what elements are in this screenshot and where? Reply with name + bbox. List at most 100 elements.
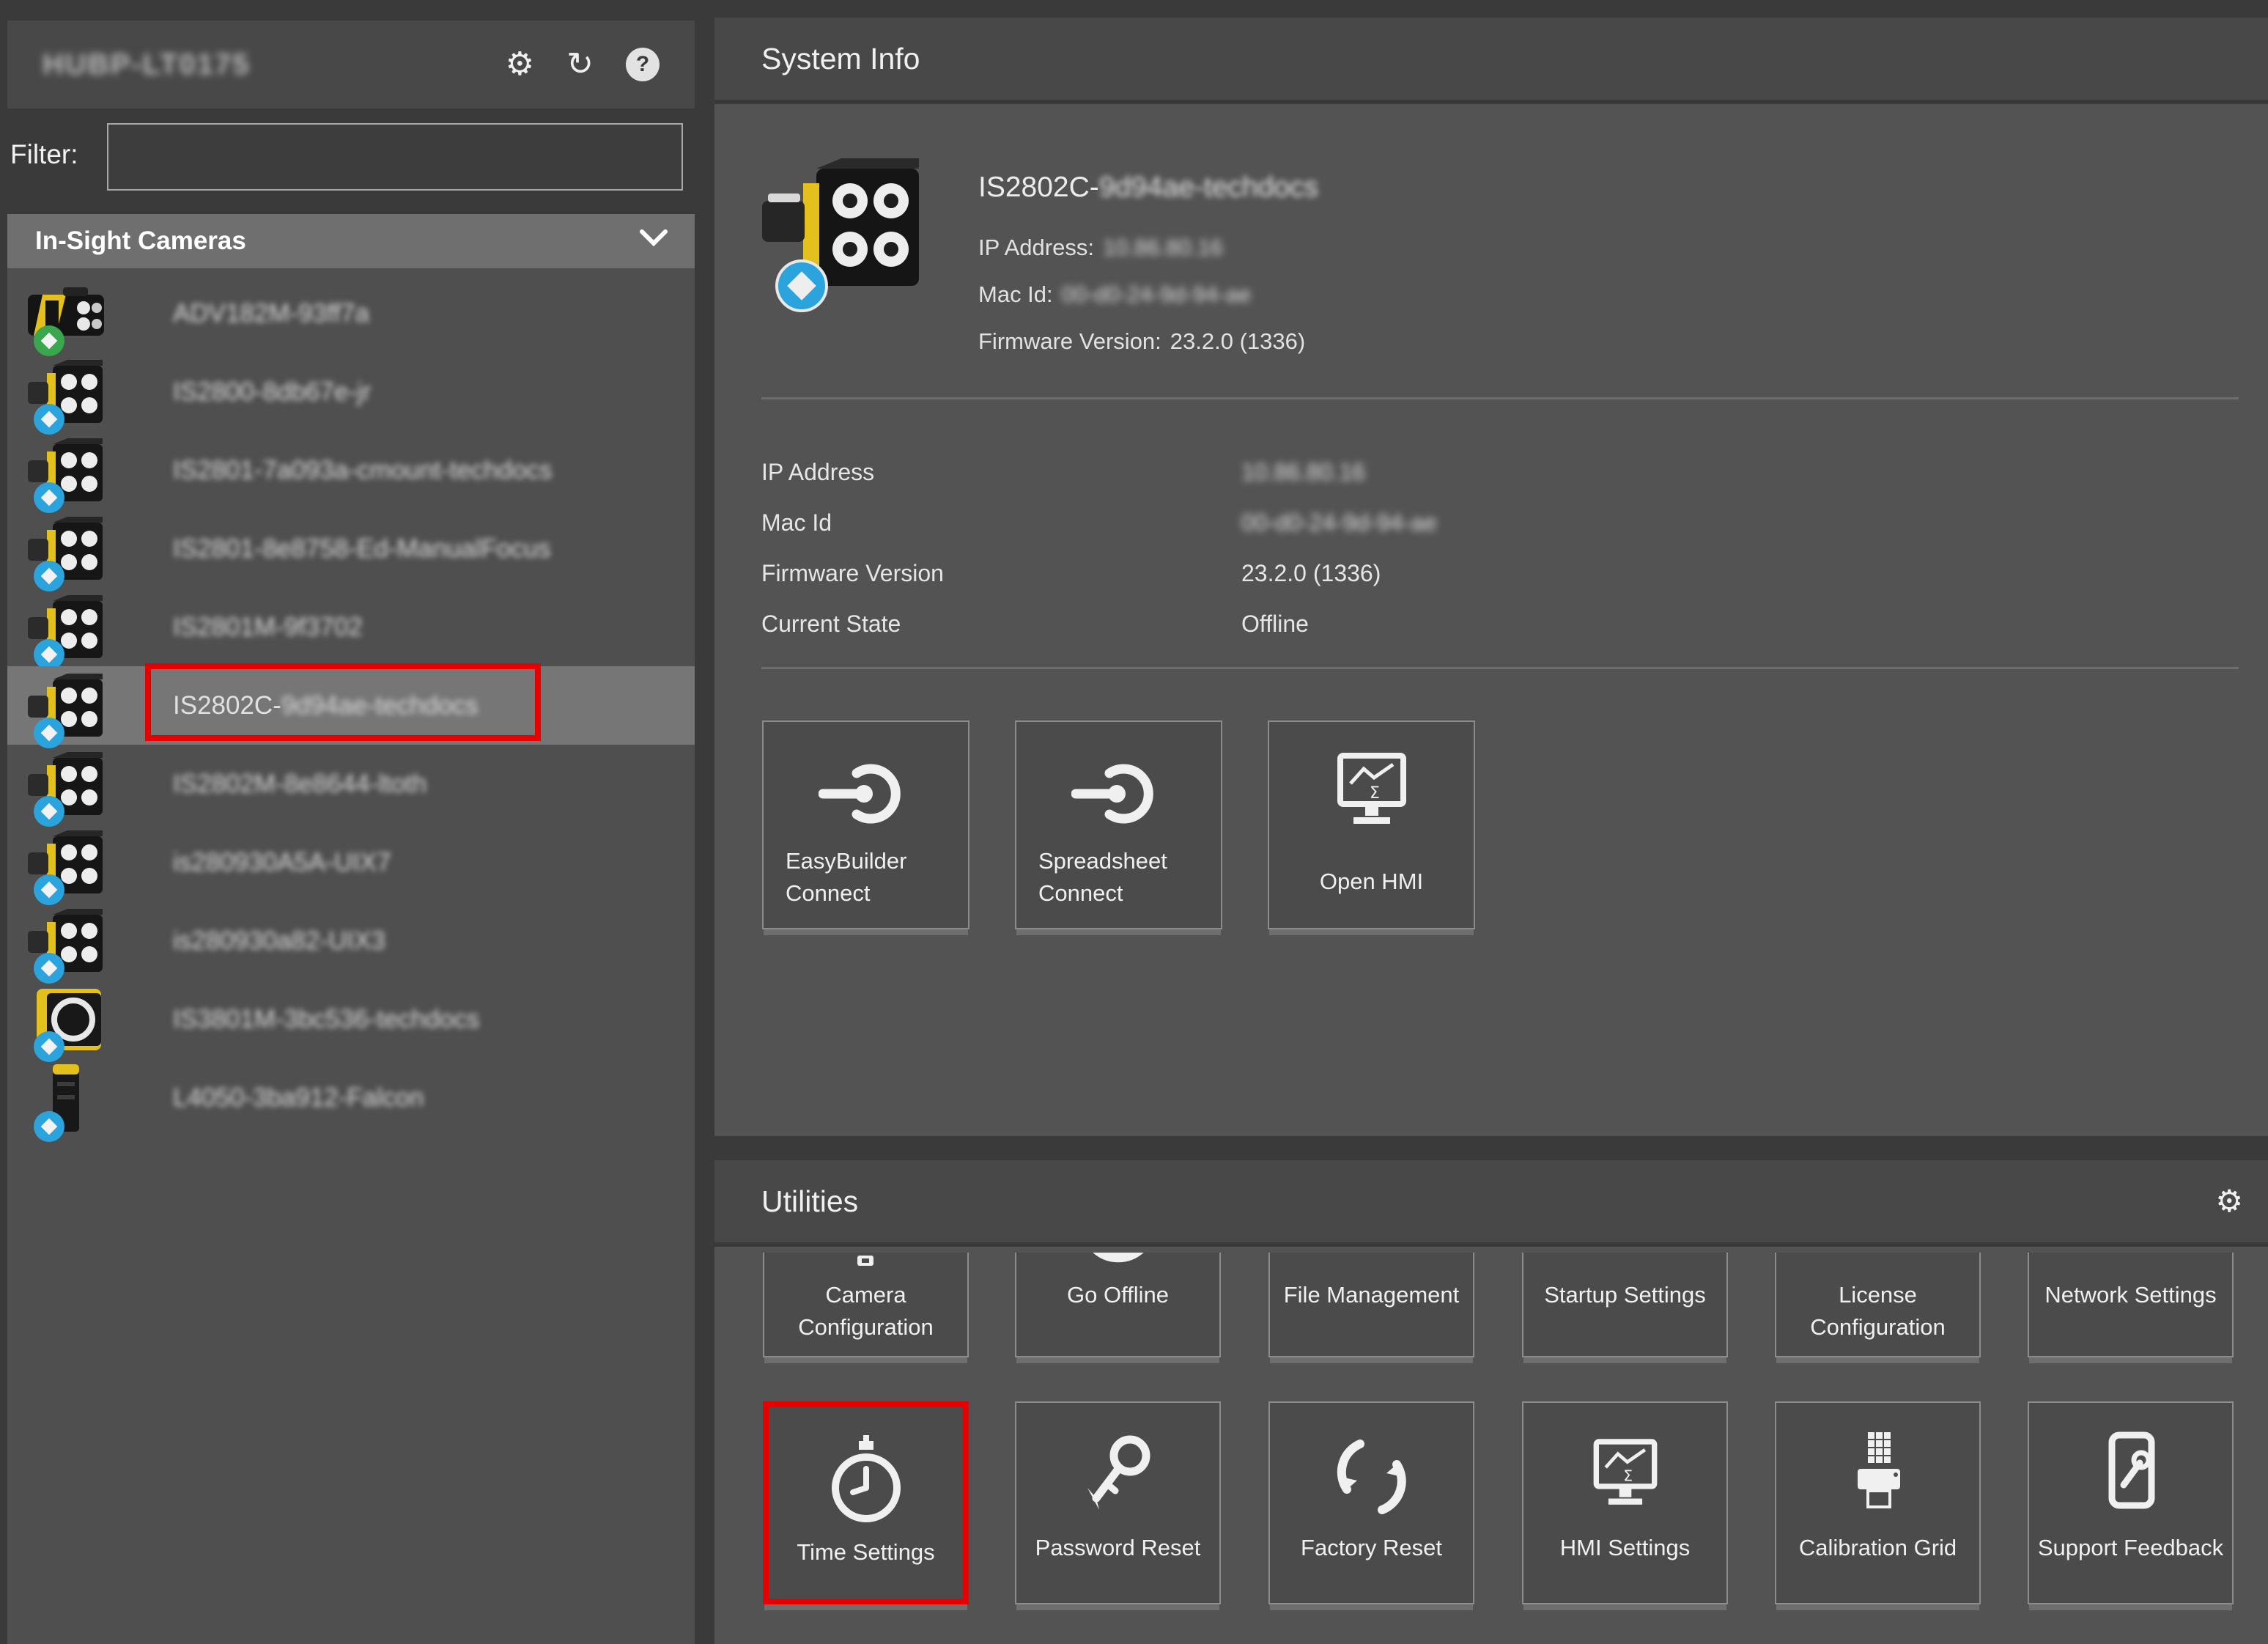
camera-configuration-button[interactable]: Camera Configuration bbox=[763, 1253, 969, 1357]
camera-name: L4050-3ba912-Falcon bbox=[173, 1083, 424, 1113]
camera-list-panel: In-Sight Cameras ADV182M-93ff7a bbox=[7, 214, 695, 1644]
camera-list-item-selected[interactable]: IS2802C-9d94ae-techdocs bbox=[7, 666, 695, 745]
network-settings-button[interactable]: Network Settings bbox=[2028, 1253, 2234, 1357]
camera-name: IS3801M-3bc536-techdocs bbox=[173, 1005, 479, 1034]
refresh-icon[interactable]: ↻ bbox=[566, 48, 594, 81]
svg-text:Σ: Σ bbox=[1623, 1467, 1633, 1485]
easybuilder-connect-button[interactable]: EasyBuilder Connect bbox=[762, 720, 969, 929]
adv-camera-icon bbox=[23, 280, 119, 347]
go-offline-label: Go Offline bbox=[1016, 1279, 1219, 1311]
hmi-settings-label: HMI Settings bbox=[1523, 1532, 1726, 1564]
camera-ip-line: IP Address:10.86.80.16 bbox=[978, 235, 1223, 261]
detail-value: 00-d0-24-9d-94-ae bbox=[1241, 509, 1437, 537]
file-management-label: File Management bbox=[1270, 1279, 1473, 1311]
detail-value: 10.86.80.16 bbox=[1241, 459, 1365, 486]
detail-label: Current State bbox=[761, 611, 1241, 638]
detail-value: 23.2.0 (1336) bbox=[1241, 560, 1381, 587]
detail-row: Current State Offline bbox=[761, 599, 2239, 649]
cube-camera-icon bbox=[23, 672, 119, 740]
camera-list-item[interactable]: IS3801M-3bc536-techdocs bbox=[7, 980, 695, 1058]
system-info-title: System Info bbox=[761, 42, 920, 76]
status-badge bbox=[34, 404, 64, 435]
camera-list-item[interactable]: IS2801-7a093a-cmount-techdocs bbox=[7, 431, 695, 509]
chevron-down-icon[interactable] bbox=[639, 229, 668, 248]
hmi-monitor-icon: Σ bbox=[1523, 1431, 1726, 1523]
support-feedback-icon bbox=[2029, 1431, 2232, 1526]
filter-input[interactable] bbox=[107, 123, 683, 191]
camera-list-item[interactable]: IS2800-8db67e-jr bbox=[7, 353, 695, 431]
status-badge bbox=[34, 718, 64, 748]
connect-icon bbox=[1016, 757, 1221, 830]
spreadsheet-connect-button[interactable]: Spreadsheet Connect bbox=[1015, 720, 1222, 929]
stopwatch-icon bbox=[769, 1435, 963, 1530]
hmi-monitor-icon: Σ bbox=[1269, 751, 1474, 836]
open-hmi-button[interactable]: Σ Open HMI bbox=[1268, 720, 1475, 929]
startup-settings-button[interactable]: Startup Settings bbox=[1522, 1253, 1728, 1357]
calibration-grid-label: Calibration Grid bbox=[1776, 1532, 1979, 1564]
host-name: HUBP-LT0175 bbox=[43, 48, 251, 81]
divider bbox=[761, 667, 2239, 669]
camera-firmware-line: Firmware Version:23.2.0 (1336) bbox=[978, 328, 1305, 355]
status-badge bbox=[34, 874, 64, 905]
camera-product-image bbox=[755, 155, 938, 299]
camera-configuration-icon bbox=[764, 1253, 967, 1267]
calibration-grid-printer-icon bbox=[1776, 1431, 1979, 1526]
camera-list-item[interactable]: ADV182M-93ff7a bbox=[7, 274, 695, 353]
hmi-settings-button[interactable]: Σ HMI Settings bbox=[1522, 1401, 1728, 1604]
network-settings-label: Network Settings bbox=[2029, 1279, 2232, 1311]
go-offline-button[interactable]: Go Offline bbox=[1015, 1253, 1221, 1357]
key-icon bbox=[1016, 1431, 1219, 1526]
factory-reset-button[interactable]: Factory Reset bbox=[1268, 1401, 1474, 1604]
camera-list-item[interactable]: IS2801M-9f3702 bbox=[7, 588, 695, 666]
time-settings-label: Time Settings bbox=[769, 1536, 963, 1569]
easybuilder-connect-label: EasyBuilder Connect bbox=[764, 845, 968, 910]
svg-text:Σ: Σ bbox=[1370, 784, 1380, 803]
cube-camera-icon bbox=[23, 515, 119, 583]
startup-settings-label: Startup Settings bbox=[1523, 1279, 1726, 1311]
camera-list-item[interactable]: is280930A5A-UIX7 bbox=[7, 823, 695, 902]
system-info-header: System Info bbox=[714, 18, 2268, 104]
file-management-button[interactable]: File Management bbox=[1268, 1253, 1474, 1357]
detail-row: IP Address 10.86.80.16 bbox=[761, 447, 2239, 498]
sidebar-header: HUBP-LT0175 ⚙ ↻ ? bbox=[7, 21, 695, 108]
camera-configuration-label: Camera Configuration bbox=[764, 1279, 967, 1343]
filter-label: Filter: bbox=[10, 139, 78, 170]
utilities-panel: Utilities ⚙ Camera Configuration Go Offl… bbox=[714, 1160, 2268, 1644]
utilities-header: Utilities ⚙ bbox=[714, 1160, 2268, 1247]
camera-name: is280930A5A-UIX7 bbox=[173, 848, 391, 877]
license-configuration-label: License Configuration bbox=[1776, 1279, 1979, 1343]
settings-gear-icon[interactable]: ⚙ bbox=[506, 48, 534, 81]
go-offline-icon bbox=[1016, 1253, 1219, 1273]
calibration-grid-button[interactable]: Calibration Grid bbox=[1775, 1401, 1981, 1604]
camera-group-header[interactable]: In-Sight Cameras bbox=[7, 214, 695, 268]
cube-camera-icon bbox=[23, 751, 119, 818]
selected-camera-name: IS2802C-9d94ae-techdocs bbox=[978, 172, 1318, 204]
camera-list-item[interactable]: is280930a82-UIX3 bbox=[7, 902, 695, 980]
time-settings-button[interactable]: Time Settings bbox=[763, 1401, 969, 1604]
detail-value: Offline bbox=[1241, 611, 1309, 638]
license-configuration-button[interactable]: License Configuration bbox=[1775, 1253, 1981, 1357]
password-reset-button[interactable]: Password Reset bbox=[1015, 1401, 1221, 1604]
l4050-camera-icon bbox=[23, 1063, 119, 1133]
divider bbox=[761, 397, 2239, 399]
camera-list-item[interactable]: L4050-3ba912-Falcon bbox=[7, 1058, 695, 1137]
camera-name: IS2801-7a093a-cmount-techdocs bbox=[173, 456, 553, 485]
help-icon[interactable]: ? bbox=[626, 48, 660, 81]
support-feedback-button[interactable]: Support Feedback bbox=[2028, 1401, 2234, 1604]
support-feedback-label: Support Feedback bbox=[2029, 1532, 2232, 1564]
password-reset-label: Password Reset bbox=[1016, 1532, 1219, 1564]
status-badge bbox=[34, 639, 64, 670]
status-badge bbox=[34, 325, 64, 356]
open-hmi-label: Open HMI bbox=[1269, 866, 1474, 898]
camera-list-item[interactable]: IS2802M-8e8644-ltoth bbox=[7, 745, 695, 823]
factory-reset-icon bbox=[1270, 1431, 1473, 1526]
utilities-title: Utilities bbox=[761, 1184, 858, 1219]
utilities-settings-gear-icon[interactable]: ⚙ bbox=[2215, 1186, 2243, 1217]
spreadsheet-connect-label: Spreadsheet Connect bbox=[1016, 845, 1221, 910]
camera-mac-line: Mac Id:00-d0-24-9d-94-ae bbox=[978, 281, 1251, 308]
camera-name: IS2802M-8e8644-ltoth bbox=[173, 770, 426, 799]
camera-name: ADV182M-93ff7a bbox=[173, 299, 369, 328]
camera-list-item[interactable]: IS2801-8e8758-Ed-ManualFocus bbox=[7, 509, 695, 588]
detail-label: Firmware Version bbox=[761, 560, 1241, 587]
camera-name: IS2802C-9d94ae-techdocs bbox=[173, 691, 478, 720]
